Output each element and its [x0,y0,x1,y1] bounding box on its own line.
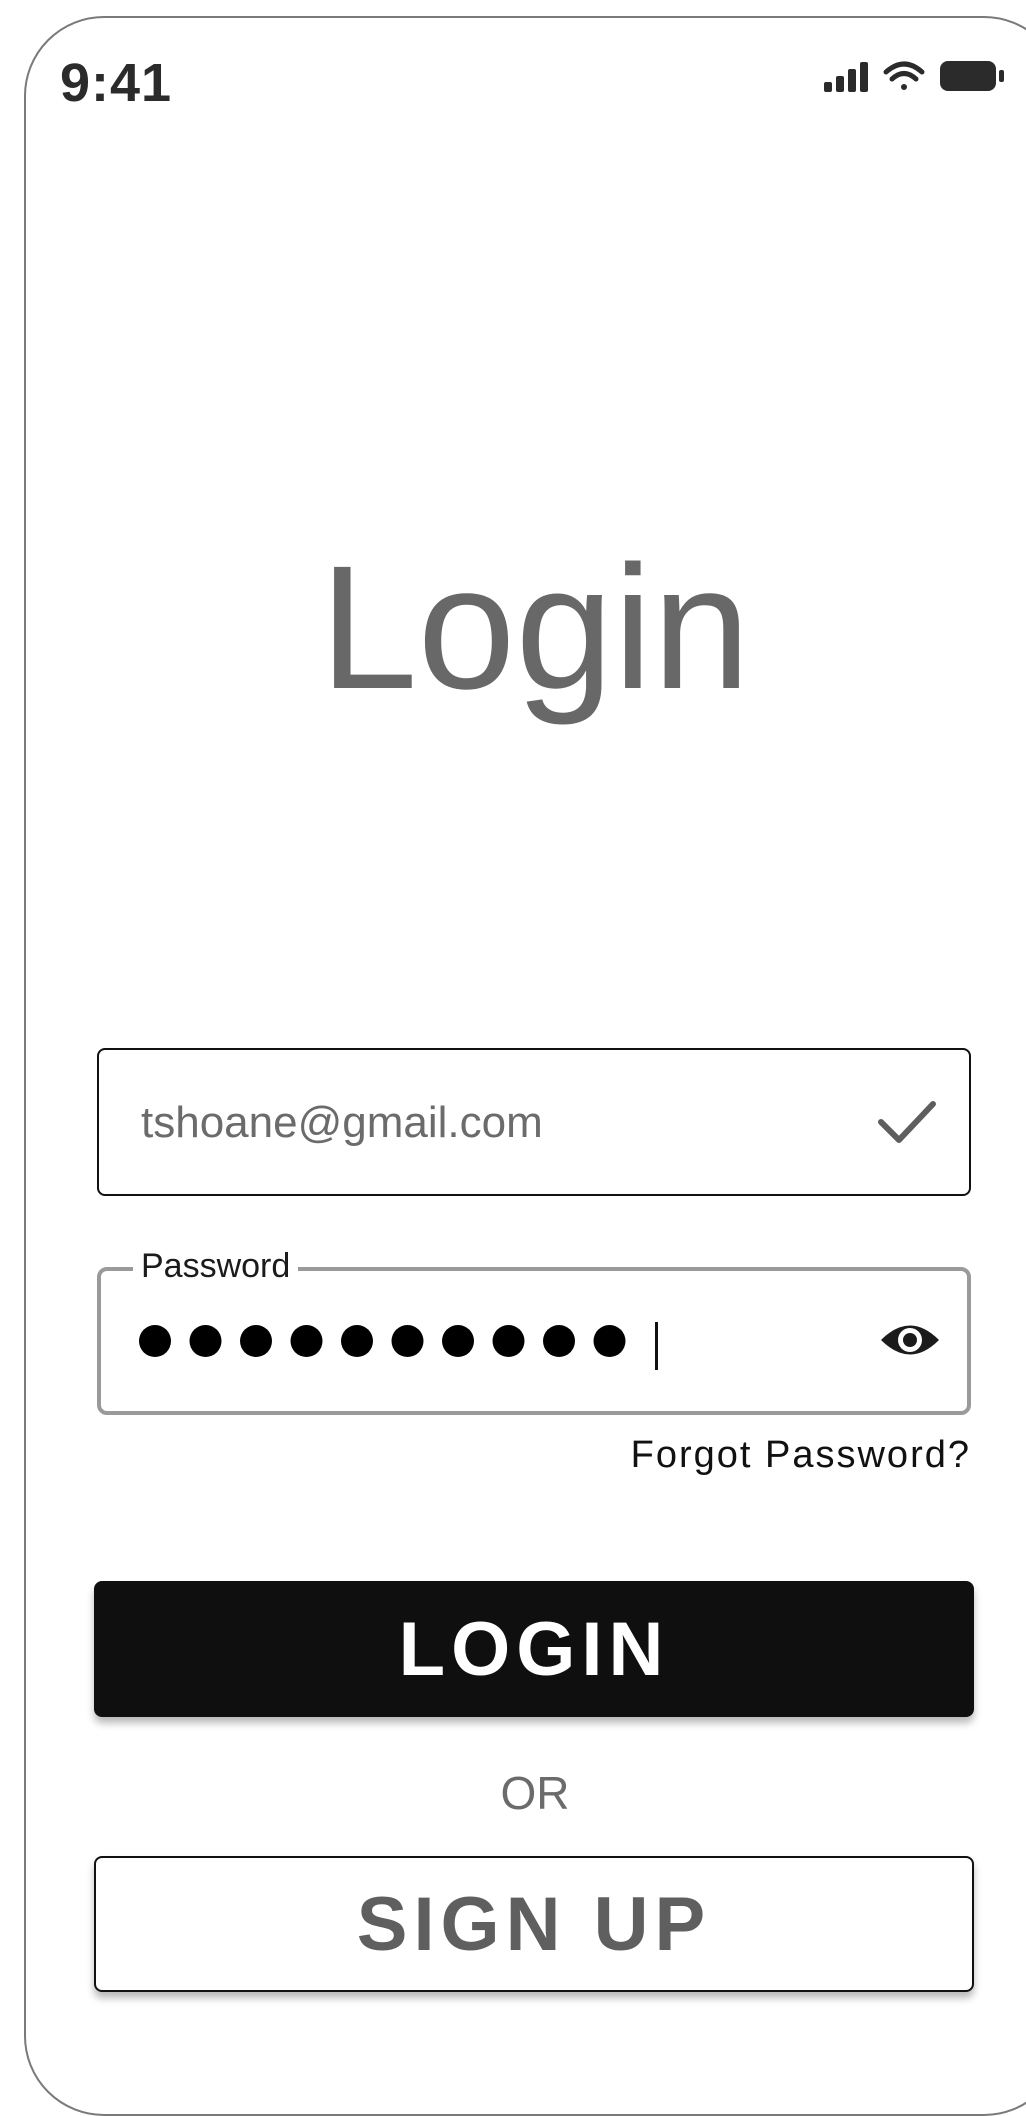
password-dot [341,1325,373,1357]
text-caret [655,1322,658,1370]
page-title: Login [319,530,751,726]
status-bar-icons [824,61,1004,92]
password-dot [139,1325,171,1357]
password-dot [189,1325,222,1357]
wifi-icon [883,61,925,90]
password-dot [290,1325,323,1357]
check-icon [878,1101,936,1143]
password-dot [391,1325,424,1357]
battery-icon [940,61,1004,91]
password-field[interactable]: Password [97,1247,971,1415]
password-dot [593,1325,626,1357]
password-dot [240,1325,272,1357]
forgot-password-link[interactable]: Forgot Password? [560,1434,971,1477]
email-field-value: tshoane@gmail.com [141,1098,543,1147]
password-masked-value [137,1321,637,1361]
password-dot [492,1325,525,1357]
password-dots [139,1325,626,1357]
email-field[interactable]: tshoane@gmail.com [97,1048,971,1196]
status-bar-time: 9:41 [60,53,173,113]
or-separator: OR [500,1767,570,1819]
password-field-label: Password [133,1247,299,1286]
login-button[interactable]: LOGIN [94,1581,974,1717]
eye-icon[interactable] [879,1315,941,1365]
signal-icon [824,62,868,92]
password-dot [442,1325,474,1357]
signup-button[interactable]: SIGN UP [94,1856,974,1992]
password-dot [543,1325,575,1357]
